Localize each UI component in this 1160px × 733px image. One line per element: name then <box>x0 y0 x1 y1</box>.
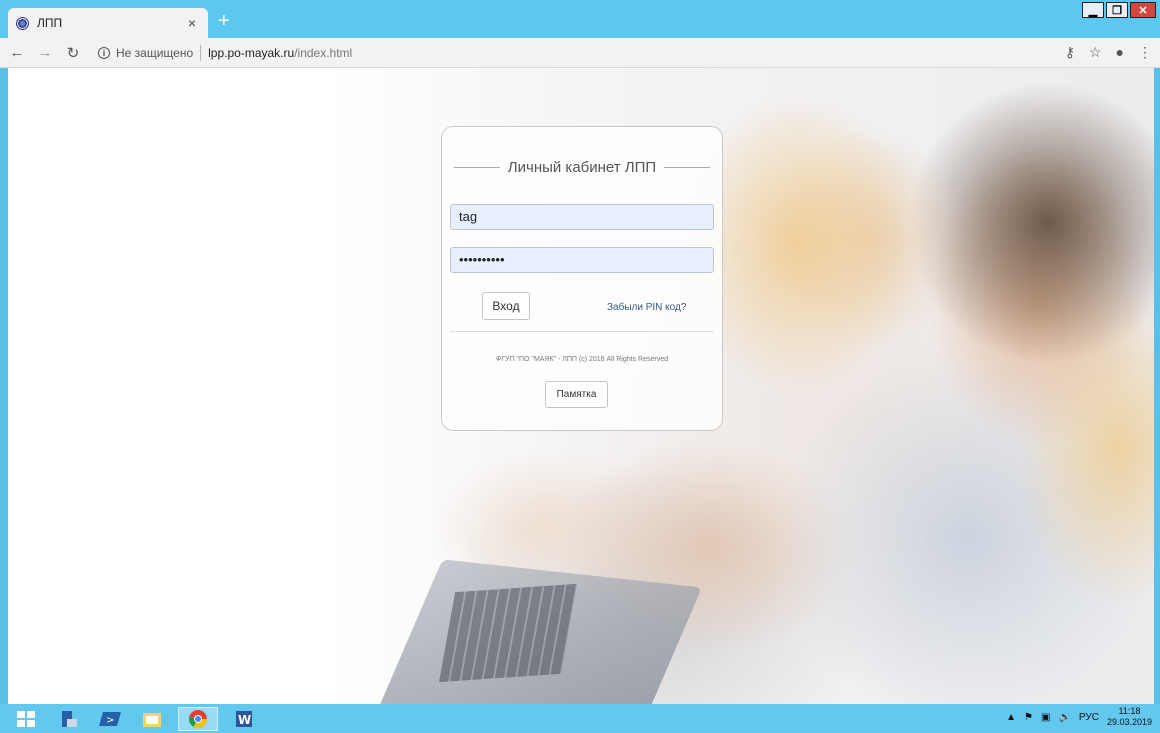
login-button[interactable]: Вход <box>482 292 530 320</box>
clock[interactable]: 11:18 29.03.2019 <box>1107 706 1152 728</box>
word-icon[interactable]: W <box>228 707 260 731</box>
web-page: Личный кабинет ЛПП tag •••••••••• Вход З… <box>8 68 1154 704</box>
windows-taskbar: > W ▲ ⚑ ▣ 🔈 РУС 11:18 29.03.2019 <box>0 704 1160 733</box>
browser-titlebar: ЛПП × + ▁ ❐ ✕ <box>0 0 1160 38</box>
flag-icon[interactable]: ⚑ <box>1024 712 1033 723</box>
address-separator <box>200 44 202 61</box>
info-icon[interactable]: i <box>98 46 110 59</box>
network-icon[interactable]: ▣ <box>1041 712 1050 723</box>
title-line-right <box>664 167 710 168</box>
url-host[interactable]: lpp.po-mayak.ru <box>208 46 294 60</box>
system-tray: ▲ ⚑ ▣ 🔈 РУС 11:18 29.03.2019 <box>1006 706 1152 728</box>
login-title: Личный кабинет ЛПП <box>454 159 710 176</box>
password-input[interactable]: •••••••••• <box>450 247 714 273</box>
site-favicon-icon <box>16 16 29 30</box>
copyright-text: ФГУП "ПО "МАЯК" - ЛПП (c) 2018 All Right… <box>496 356 668 363</box>
url-path[interactable]: /index.html <box>294 46 352 60</box>
star-icon[interactable]: ☆ <box>1089 44 1102 61</box>
memo-button[interactable]: Памятка <box>545 381 608 408</box>
forward-arrow-icon[interactable]: → <box>34 44 56 61</box>
windows-logo-icon <box>17 710 35 727</box>
minimize-button[interactable]: ▁ <box>1082 2 1104 18</box>
browser-toolbar: ← → ↻ i Не защищено lpp.po-mayak.ru /ind… <box>0 38 1160 68</box>
not-secure-label[interactable]: Не защищено <box>116 46 193 60</box>
toolbar-actions: ⚷ ☆ ● ⋮ <box>1065 44 1152 61</box>
powershell-icon[interactable]: > <box>94 707 126 731</box>
tray-expand-icon[interactable]: ▲ <box>1006 712 1016 723</box>
forgot-pin-link[interactable]: Забыли PIN код? <box>607 302 686 313</box>
username-input[interactable]: tag <box>450 204 714 230</box>
menu-icon[interactable]: ⋮ <box>1138 44 1152 61</box>
tab-title: ЛПП <box>37 16 63 30</box>
clock-time: 11:18 <box>1118 706 1141 716</box>
svg-text:W: W <box>238 713 251 727</box>
volume-icon[interactable]: 🔈 <box>1058 712 1070 723</box>
card-divider <box>450 331 714 332</box>
login-card: Личный кабинет ЛПП tag •••••••••• Вход З… <box>441 126 723 431</box>
reload-icon[interactable]: ↻ <box>62 44 84 62</box>
restore-button[interactable]: ❐ <box>1106 2 1128 18</box>
login-title-text: Личный кабинет ЛПП <box>507 159 657 176</box>
new-tab-button[interactable]: + <box>218 9 230 33</box>
tab-close-button[interactable]: × <box>184 15 200 31</box>
file-explorer-icon[interactable] <box>136 707 168 731</box>
svg-text:>: > <box>106 715 114 726</box>
language-indicator[interactable]: РУС <box>1079 712 1099 723</box>
close-window-button[interactable]: ✕ <box>1130 2 1156 18</box>
window-controls: ▁ ❐ ✕ <box>1080 2 1156 18</box>
clock-date: 29.03.2019 <box>1106 717 1152 727</box>
server-manager-icon[interactable] <box>52 707 84 731</box>
key-icon[interactable]: ⚷ <box>1065 44 1075 61</box>
account-icon[interactable]: ● <box>1116 44 1124 61</box>
keyboard-graphic <box>439 583 577 683</box>
title-line-left <box>454 167 500 168</box>
start-button[interactable] <box>10 707 42 731</box>
chrome-taskbar-icon[interactable] <box>178 706 218 731</box>
browser-tab[interactable]: ЛПП × <box>8 8 208 38</box>
back-arrow-icon[interactable]: ← <box>6 44 28 61</box>
